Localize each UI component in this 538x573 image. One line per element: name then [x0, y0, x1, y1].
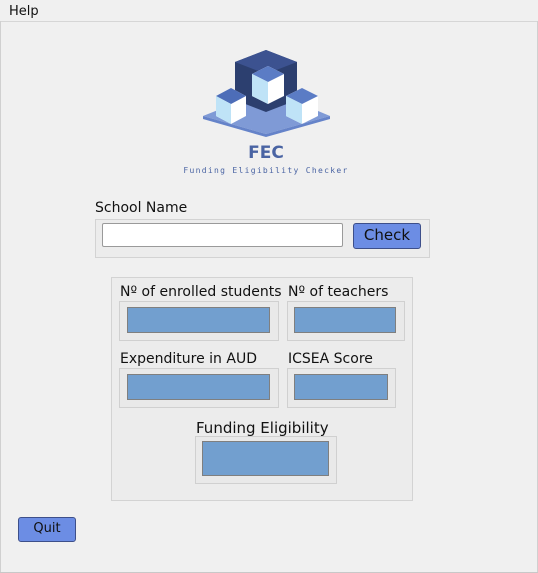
quit-button[interactable]: Quit	[18, 517, 76, 542]
check-button[interactable]: Check	[353, 223, 421, 249]
teachers-label: Nº of teachers	[288, 284, 389, 300]
houses-logo-icon	[203, 50, 330, 137]
window-border-left	[0, 21, 1, 573]
menu-bar: Help	[0, 0, 538, 22]
funding-eligibility-label: Funding Eligibility	[196, 419, 329, 437]
enrolled-students-value	[127, 307, 270, 333]
school-name-input[interactable]	[102, 223, 343, 247]
icsea-score-label: ICSEA Score	[288, 351, 373, 367]
icsea-score-value	[294, 374, 388, 400]
enrolled-students-label: Nº of enrolled students	[120, 284, 282, 300]
school-name-label: School Name	[95, 200, 188, 216]
expenditure-value	[127, 374, 270, 400]
menu-help[interactable]: Help	[9, 4, 39, 19]
funding-eligibility-value	[202, 441, 329, 476]
app-title: FEC	[248, 143, 284, 163]
expenditure-label: Expenditure in AUD	[120, 351, 257, 367]
app-subtitle: Funding Eligibility Checker	[183, 166, 349, 175]
teachers-value	[294, 307, 396, 333]
